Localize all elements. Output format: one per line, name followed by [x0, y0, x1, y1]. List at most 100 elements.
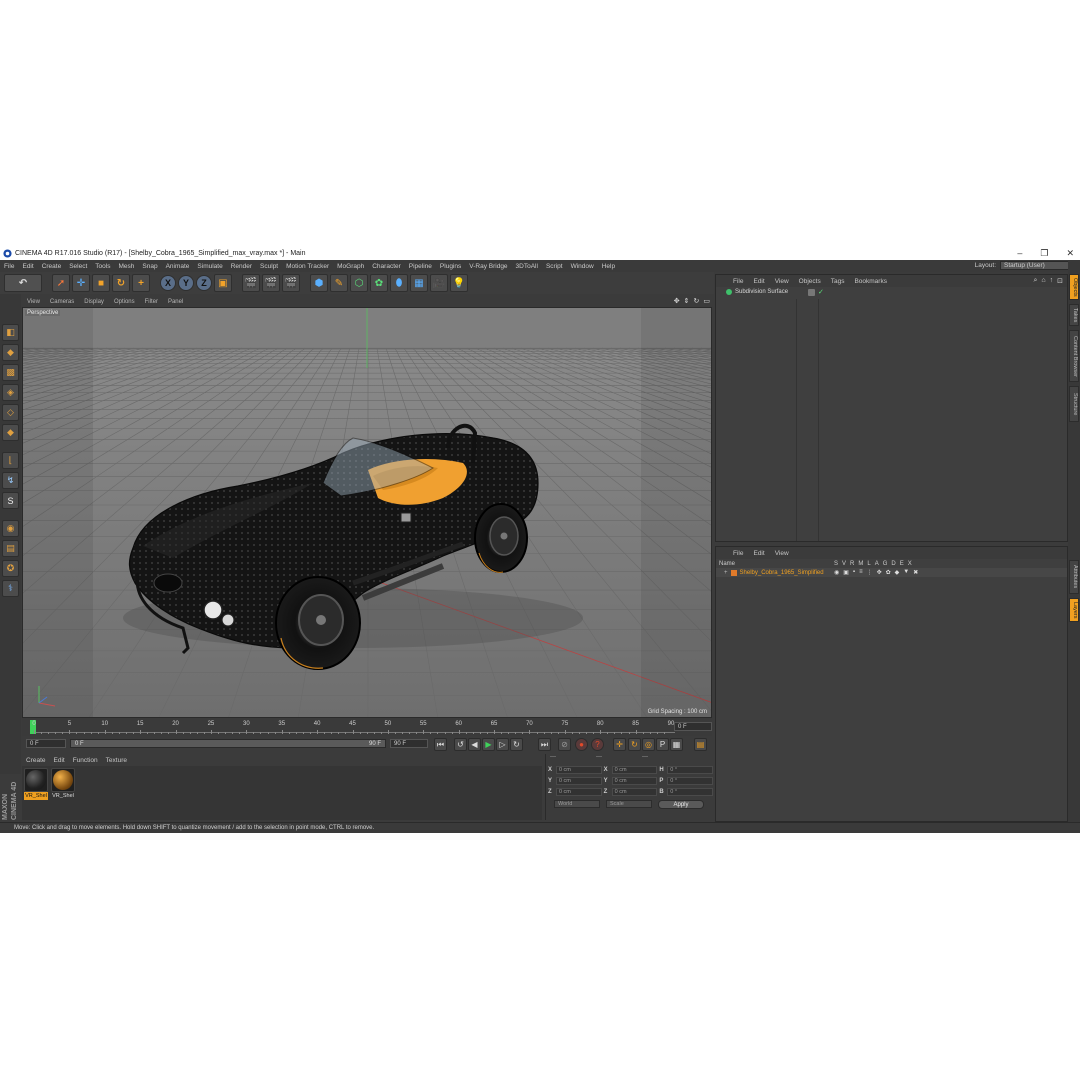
perspective-viewport[interactable]: Perspective Grid Spacing : 100 cm [22, 307, 712, 718]
up-icon[interactable]: ↑ [1050, 277, 1054, 285]
undo-icon[interactable]: ↶ [4, 274, 42, 292]
object-menu-edit[interactable]: Edit [748, 278, 769, 285]
menu-script[interactable]: Script [542, 263, 567, 270]
object-row[interactable]: Subdivision Surface ✓ [716, 287, 1067, 297]
camera-icon[interactable]: 🎥 [430, 274, 448, 292]
object-menu-tags[interactable]: Tags [826, 278, 850, 285]
object-menu-file[interactable]: File [728, 278, 748, 285]
menu-help[interactable]: Help [598, 263, 619, 270]
viewport-rotate-icon[interactable]: ↻ [694, 297, 700, 305]
expand-icon[interactable]: + [724, 570, 728, 576]
viewport-maximize-icon[interactable]: ▭ [703, 297, 710, 305]
previous-key-icon[interactable]: ↺ [454, 738, 467, 751]
viewport-menu-filter[interactable]: Filter [140, 299, 163, 305]
timeline[interactable]: 0 5 10 15 20 25 30 35 40 45 50 55 60 65 70 75 80 85 90 0 F [22, 718, 712, 736]
paint-icon[interactable]: ✪ [2, 560, 19, 577]
z-axis-icon[interactable]: Z [196, 275, 212, 291]
layer-color-swatch[interactable] [730, 569, 737, 576]
light-icon[interactable]: 💡 [450, 274, 468, 292]
animation-icon[interactable]: ✥ [877, 569, 882, 576]
generators-icon[interactable]: ✿ [886, 569, 891, 576]
close-button[interactable]: ✕ [1066, 248, 1074, 259]
key-position-icon[interactable]: ✛ [613, 738, 626, 751]
deformers-icon[interactable]: ◆ [895, 569, 900, 576]
cube-icon[interactable]: ⬢ [310, 274, 328, 292]
visible-editor-icon[interactable]: ▣ [843, 569, 849, 576]
coordinate-mode-dropdown[interactable]: World [554, 800, 600, 808]
tab-attributes[interactable]: Attributes [1069, 560, 1079, 594]
menu-plugins[interactable]: Plugins [436, 263, 465, 270]
render-settings-icon[interactable]: 🎬 [282, 274, 300, 292]
menu-character[interactable]: Character [368, 263, 405, 270]
menu-select[interactable]: Select [65, 263, 91, 270]
viewport-menu-view[interactable]: View [22, 299, 45, 305]
layout-dropdown[interactable]: Startup (User) [1000, 261, 1072, 270]
move-icon[interactable]: ✛ [72, 274, 90, 292]
object-menu-bookmarks[interactable]: Bookmarks [849, 278, 892, 285]
enabled-check-icon[interactable]: ✓ [818, 288, 824, 296]
menu-motion-tracker[interactable]: Motion Tracker [282, 263, 333, 270]
key-param-icon[interactable]: P [656, 738, 669, 751]
snap-icon[interactable]: S [2, 492, 19, 509]
floor-icon[interactable]: ▦ [410, 274, 428, 292]
position-y-field[interactable]: 0 cm [555, 776, 602, 785]
polygons-mode-icon[interactable]: ◆ [2, 424, 19, 441]
size-mode-dropdown[interactable]: Scale [606, 800, 652, 808]
menu-file[interactable]: File [0, 263, 18, 270]
record-keys-icon[interactable]: ⊘ [558, 738, 571, 751]
render-picture-queue-icon[interactable]: 🎬 [262, 274, 280, 292]
scale-icon[interactable]: ■ [92, 274, 110, 292]
menu-pipeline[interactable]: Pipeline [405, 263, 436, 270]
tab-takes[interactable]: Takes [1069, 304, 1079, 326]
manager-icon[interactable]: ≡ [859, 569, 863, 576]
render-view-icon[interactable]: 🎬 [242, 274, 260, 292]
size-y-field[interactable]: 0 cm [611, 776, 658, 785]
tweak-mode-icon[interactable]: ↯ [2, 472, 19, 489]
search-icon[interactable]: ⌕ [1033, 277, 1037, 285]
start-frame-field[interactable]: 0 F [26, 739, 66, 748]
size-x-field[interactable]: 0 cm [611, 765, 658, 774]
viewport-move-icon[interactable]: ✥ [674, 297, 680, 305]
menu-edit[interactable]: Edit [18, 263, 37, 270]
material-menu-edit[interactable]: Edit [50, 757, 69, 764]
menu-3dtoall[interactable]: 3DToAll [512, 263, 542, 270]
apply-button[interactable]: Apply [658, 800, 704, 809]
array-icon[interactable]: ✿ [370, 274, 388, 292]
menu-snap[interactable]: Snap [138, 263, 161, 270]
viewport-zoom-icon[interactable]: ⇕ [684, 297, 690, 305]
next-key-icon[interactable]: ↻ [510, 738, 523, 751]
render-icon[interactable]: ▪ [853, 569, 855, 576]
go-to-start-icon[interactable]: ⏮ [434, 738, 447, 751]
tab-content-browser[interactable]: Content Browser [1069, 330, 1079, 382]
end-frame-field[interactable]: 90 F [390, 739, 428, 748]
rotate-icon[interactable]: ↻ [112, 274, 130, 292]
add-icon[interactable]: + [132, 274, 150, 292]
menu-create[interactable]: Create [38, 263, 66, 270]
size-z-field[interactable]: 0 cm [611, 787, 658, 796]
minimize-button[interactable]: – [1017, 248, 1022, 258]
tab-objects[interactable]: Objects [1069, 274, 1079, 300]
subdivision-icon[interactable]: ⬡ [350, 274, 368, 292]
keyframe-selection-icon[interactable]: ? [591, 738, 604, 751]
workplane-icon[interactable]: ◉ [2, 520, 19, 537]
xref-icon[interactable]: ✖ [913, 569, 918, 576]
key-scale-icon[interactable]: ◎ [642, 738, 655, 751]
rotation-p-field[interactable]: 0 ° [667, 776, 713, 785]
viewport-menu-display[interactable]: Display [79, 299, 109, 305]
go-to-end-icon[interactable]: ⏭ [538, 738, 551, 751]
deformer-icon[interactable]: ⬮ [390, 274, 408, 292]
layer-row[interactable]: + Shelby_Cobra_1965_Simplified ◉ ▣ ▪ ≡ ⋮… [716, 568, 1067, 577]
material-slot[interactable]: VR_Shel [24, 768, 48, 800]
layer-name[interactable]: Shelby_Cobra_1965_Simplified [740, 570, 824, 576]
expressions-icon[interactable]: ▼ [903, 569, 909, 576]
menu-window[interactable]: Window [567, 263, 598, 270]
material-menu-create[interactable]: Create [22, 757, 50, 764]
material-menu-texture[interactable]: Texture [102, 757, 131, 764]
position-x-field[interactable]: 0 cm [555, 765, 602, 774]
menu-simulate[interactable]: Simulate [193, 263, 226, 270]
viewport-menu-cameras[interactable]: Cameras [45, 299, 79, 305]
viewport-menu-options[interactable]: Options [109, 299, 140, 305]
make-editable-icon[interactable]: ◧ [2, 324, 19, 341]
range-slider[interactable]: 0 F 90 F [70, 739, 386, 748]
select-icon[interactable]: ➚ [52, 274, 70, 292]
